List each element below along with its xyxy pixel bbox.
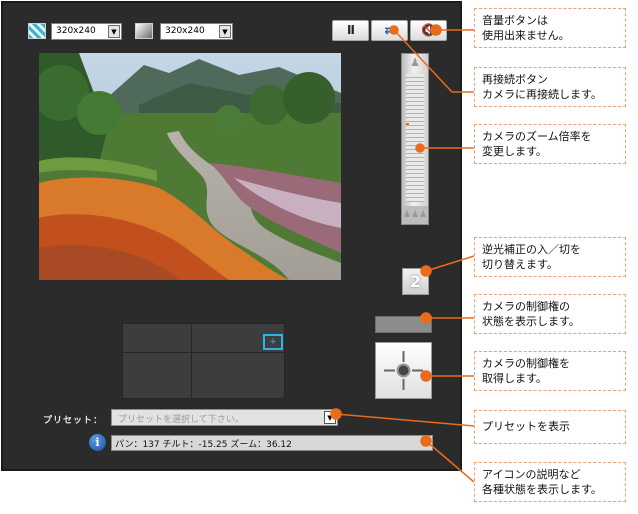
callout-preset: プリセットを表示 — [474, 410, 626, 444]
leader-dot-info — [420, 435, 432, 447]
callout-text: カメラに再接続します。 — [482, 88, 602, 101]
callout-text: プリセットを表示 — [482, 420, 570, 433]
callout-acquire-control: カメラの制御権を 取得します。 — [474, 351, 626, 391]
callout-info: アイコンの説明など 各種状態を表示します。 — [474, 462, 626, 502]
callout-text: 取得します。 — [482, 372, 547, 385]
callout-text: 各種状態を表示します。 — [482, 483, 602, 496]
callout-text: 変更します。 — [482, 145, 547, 158]
callout-text: カメラの制御権の — [482, 300, 570, 313]
callout-text: アイコンの説明など — [482, 468, 581, 481]
callout-text: 再接続ボタン — [482, 73, 548, 86]
leader-dot-volume — [430, 24, 442, 36]
camera-viewer-help-figure: 320x240 ▼ 320x240 ▼ II ⇄ 🔇 — [0, 0, 638, 514]
leader-dot-status — [420, 312, 432, 324]
callout-zoom: カメラのズーム倍率を 変更します。 — [474, 124, 626, 164]
callout-text: 切り替えます。 — [482, 258, 558, 271]
callout-text: カメラの制御権を — [482, 357, 570, 370]
callout-volume: 音量ボタンは 使用出来ません。 — [474, 8, 626, 48]
callout-text: カメラのズーム倍率を — [482, 130, 592, 143]
leader-line-backlight — [425, 255, 475, 272]
leader-line-reconnect — [393, 29, 453, 93]
callout-control-status: カメラの制御権の 状態を表示します。 — [474, 294, 626, 334]
callout-text: 逆光補正の入／切を — [482, 243, 581, 256]
callout-text: 状態を表示します。 — [482, 315, 580, 328]
leader-dot-zoom — [415, 143, 425, 153]
leader-dot-reconnect — [389, 25, 399, 35]
leader-dot-control — [420, 370, 432, 382]
callout-reconnect: 再接続ボタン カメラに再接続します。 — [474, 67, 626, 107]
leader-dot-backlight — [420, 265, 432, 277]
callout-text: 音量ボタンは — [482, 14, 548, 27]
leader-line-preset — [335, 413, 475, 427]
callout-text: 使用出来ません。 — [482, 29, 570, 42]
leader-line-info — [425, 440, 475, 483]
callout-backlight: 逆光補正の入／切を 切り替えます。 — [474, 237, 626, 277]
leader-dot-preset — [330, 408, 342, 420]
